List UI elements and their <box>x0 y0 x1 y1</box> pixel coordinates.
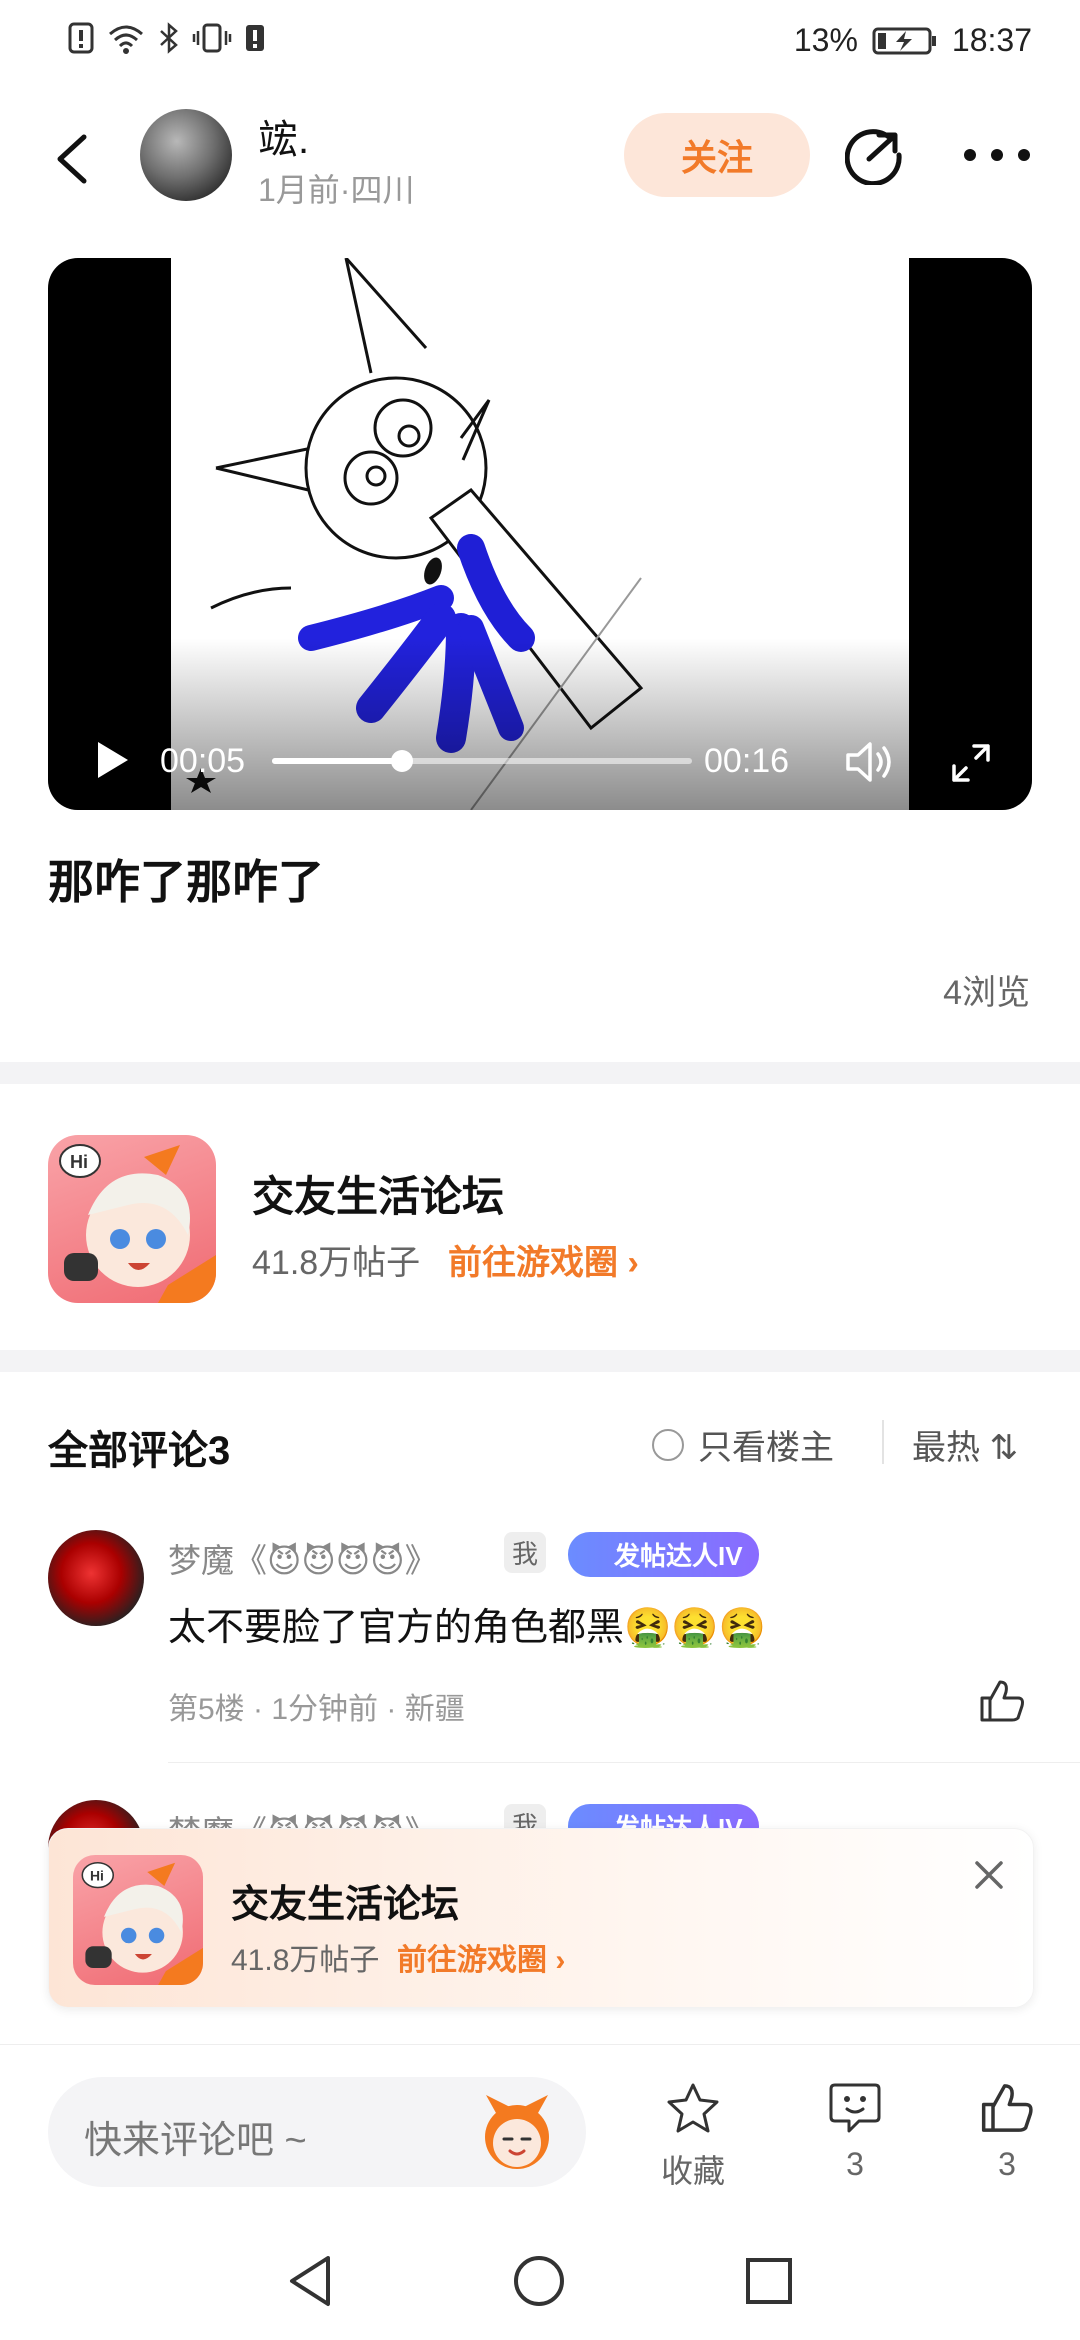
commenter-avatar[interactable] <box>48 1530 144 1626</box>
fullscreen-icon[interactable] <box>950 742 992 784</box>
mascot-emoji-icon[interactable] <box>476 2091 558 2173</box>
game-mascot-image: Hi <box>81 1861 203 1985</box>
more-options-icon[interactable] <box>962 145 1032 165</box>
view-count: 4浏览 <box>943 974 1030 1012</box>
nav-home-icon[interactable] <box>512 2254 566 2308</box>
favorite-button[interactable]: 收藏 <box>638 2081 748 2192</box>
thumbs-up-icon <box>981 2084 1033 2132</box>
sort-hottest-button[interactable]: 最热 ⇅ <box>912 1420 1018 1469</box>
star-icon <box>667 2083 719 2133</box>
volume-icon[interactable] <box>844 740 896 784</box>
game-circle-card[interactable]: Hi 交友生活论坛 41.8万帖子 前往游戏圈 › <box>0 1085 1080 1350</box>
game-circle-name: 交友生活论坛 <box>252 1173 505 1220</box>
clock: 18:37 <box>951 22 1032 58</box>
post-time-location: 1月前·四川 <box>258 172 415 208</box>
nav-recents-icon[interactable] <box>744 2256 794 2306</box>
video-progress-fill <box>272 758 403 764</box>
only-host-toggle[interactable]: 只看楼主 <box>652 1420 834 1469</box>
post-title: 那咋了那咋了 <box>48 856 324 908</box>
status-icons-left <box>68 22 266 54</box>
close-icon[interactable] <box>969 1855 1009 1895</box>
comment-meta: 第5楼 · 1分钟前 · 新疆 <box>168 1693 465 1726</box>
like-count: 3 <box>998 2146 1016 2182</box>
comment-text: 太不要脸了官方的角色都黑🤮🤮🤮 <box>168 1607 766 1649</box>
comment-input[interactable]: 快来评论吧 ~ <box>48 2077 586 2187</box>
go-to-game-circle-link[interactable]: 前往游戏圈 › <box>397 1935 565 1979</box>
comment-count: 3 <box>846 2146 864 2182</box>
post-header: 竤. 1月前·四川 关注 <box>0 95 1080 225</box>
all-comments-heading: 全部评论3 <box>48 1429 231 1473</box>
radio-circle-icon[interactable] <box>652 1428 684 1461</box>
author-avatar[interactable] <box>140 109 232 201</box>
comment-input-placeholder: 快来评论吧 ~ <box>84 2120 307 2162</box>
svg-text:Hi: Hi <box>90 1868 104 1884</box>
play-icon[interactable] <box>92 738 132 782</box>
level-badge: 发帖达人IV <box>568 1532 759 1577</box>
share-icon[interactable] <box>845 125 905 185</box>
notification-icon <box>68 22 94 54</box>
video-player[interactable]: 00:05 00:16 <box>48 258 1032 810</box>
favorite-label: 收藏 <box>660 2153 725 2189</box>
go-to-game-circle-link[interactable]: 前往游戏圈 › <box>448 1235 639 1284</box>
bluetooth-icon <box>160 22 178 54</box>
battery-icon <box>872 27 936 54</box>
only-host-label: 只看楼主 <box>698 1429 834 1467</box>
video-controls-gradient <box>48 638 1032 810</box>
divider <box>882 1420 884 1464</box>
comment-button[interactable]: 3 <box>800 2081 910 2183</box>
battery-percent: 13% <box>793 22 858 58</box>
system-navigation-bar <box>0 2224 1080 2340</box>
video-progress-bar[interactable] <box>272 750 692 772</box>
thumbs-up-icon[interactable] <box>978 1678 1026 1724</box>
me-tag: 我 <box>504 1532 547 1573</box>
vibrate-icon <box>192 23 232 53</box>
svg-text:Hi: Hi <box>70 1152 88 1172</box>
game-app-icon[interactable]: Hi <box>73 1855 203 1985</box>
comment-divider <box>168 1762 1080 1763</box>
video-duration: 00:16 <box>704 742 790 780</box>
game-app-icon[interactable]: Hi <box>48 1135 216 1303</box>
floating-game-circle-banner[interactable]: Hi 交友生活论坛 41.8万帖子 前往游戏圈 › <box>48 1828 1034 2008</box>
game-circle-post-count: 41.8万帖子 <box>231 1944 380 1977</box>
status-bar: 13% 18:37 <box>0 0 1080 90</box>
nav-back-icon[interactable] <box>286 2254 336 2308</box>
wifi-icon <box>109 25 143 54</box>
author-name[interactable]: 竤. <box>258 107 309 165</box>
like-button[interactable]: 3 <box>952 2081 1062 2183</box>
video-current-time: 00:05 <box>160 742 246 780</box>
game-mascot-image: Hi <box>59 1144 216 1303</box>
back-arrow-icon[interactable] <box>50 133 94 185</box>
comment-bubble-icon <box>829 2083 881 2133</box>
commenter-name[interactable]: 梦魔《😈😈😈😈》 <box>168 1534 438 1582</box>
game-circle-post-count: 41.8万帖子 <box>252 1244 421 1282</box>
sim-alert-icon <box>246 25 264 51</box>
section-divider <box>0 1062 1080 1084</box>
bottom-action-bar: 快来评论吧 ~ 收藏 3 3 <box>0 2044 1080 2225</box>
game-circle-name: 交友生活论坛 <box>231 1884 460 1926</box>
section-divider <box>0 1350 1080 1372</box>
status-icons-right: 13% 18:37 <box>794 22 1032 59</box>
follow-button[interactable]: 关注 <box>624 113 810 197</box>
